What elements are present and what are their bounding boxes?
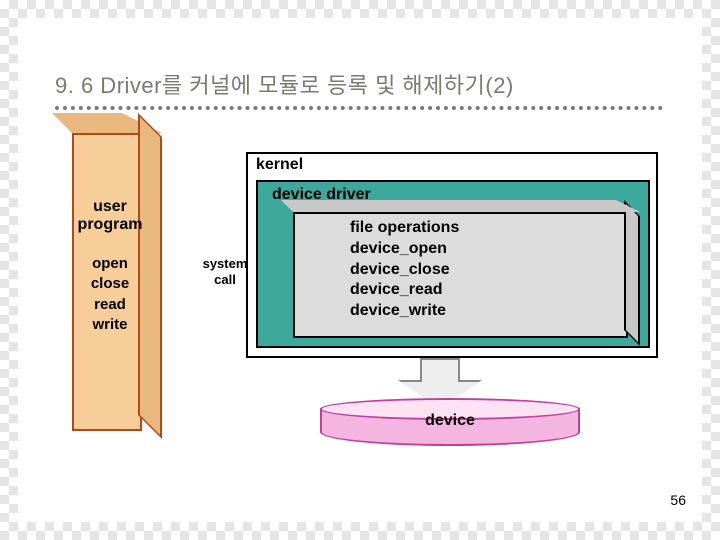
user-program-ops: openclosereadwrite <box>60 254 160 335</box>
slide-title: 9. 6 Driver를 커널에 모듈로 등록 및 해제하기(2) <box>55 68 663 110</box>
file-operations-text: file operationsdevice_opendevice_closede… <box>350 218 459 322</box>
user-program-heading: userprogram <box>60 198 160 234</box>
device-label: device <box>320 412 580 430</box>
file-operations-box <box>293 212 628 338</box>
user-program-text: userprogram openclosereadwrite <box>60 198 160 335</box>
kernel-label: kernel <box>256 156 303 174</box>
page-number: 56 <box>670 492 686 508</box>
